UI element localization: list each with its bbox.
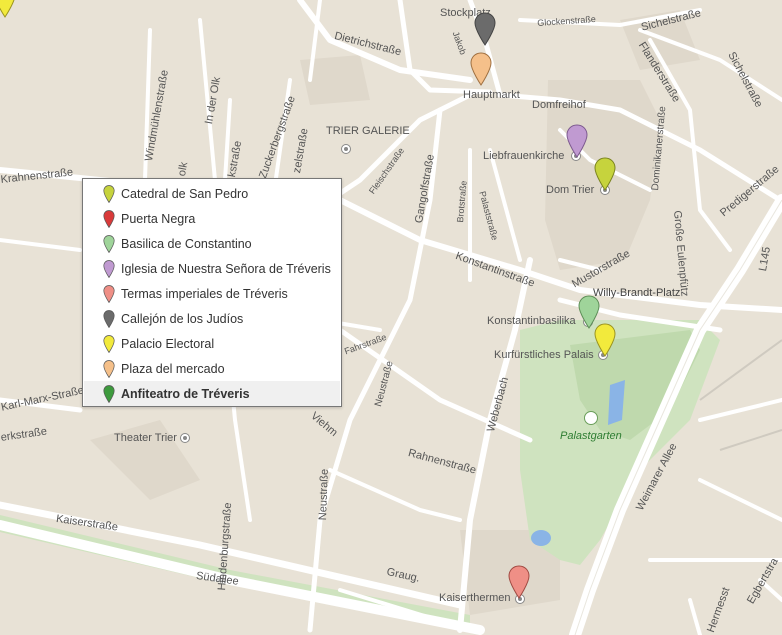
map-pin-icon [103, 284, 115, 303]
label-trier-galerie: TRIER GALERIE [326, 125, 410, 137]
label-konstantinbasilika: Konstantinbasilika [487, 315, 576, 327]
legend-item-label: Iglesia de Nuestra Señora de Tréveris [121, 261, 331, 276]
label-liebfrauenkirche: Liebfrauenkirche [483, 150, 565, 162]
legend-item-label: Catedral de San Pedro [121, 186, 249, 201]
map-pin-icon [103, 309, 115, 328]
label-kaiserthermen: Kaiserthermen [439, 592, 511, 604]
legend-item-label: Callejón de los Judíos [121, 311, 244, 326]
marker-hauptmarkt[interactable] [470, 52, 492, 86]
legend-item-label: Anfiteatro de Tréveris [121, 386, 250, 401]
marker-judengasse[interactable] [474, 12, 496, 46]
label-kurfuerstliches-palais: Kurfürstliches Palais [494, 349, 594, 361]
marker-kaiserthermen[interactable] [508, 565, 530, 599]
label-domfreihof: Domfreihof [532, 99, 586, 111]
marker-porta-nigra-partial[interactable] [0, 0, 16, 18]
map-pin-icon [103, 359, 115, 378]
trier-galerie-shop-icon[interactable] [341, 144, 351, 154]
legend-item-label: Puerta Negra [121, 211, 196, 226]
legend-item-label: Plaza del mercado [121, 361, 225, 376]
legend-item-label: Palacio Electoral [121, 336, 215, 351]
map-pin-icon [103, 234, 115, 253]
map-pin-icon [103, 209, 115, 228]
label-hauptmarkt: Hauptmarkt [463, 89, 520, 101]
legend-item[interactable]: Callejón de los Judíos [83, 306, 341, 331]
map-pin-icon [103, 334, 115, 353]
map-pin-icon [103, 184, 115, 203]
legend-item[interactable]: Termas imperiales de Tréveris [83, 281, 341, 306]
map-pin-icon [103, 384, 115, 403]
label-dom-trier: Dom Trier [546, 184, 595, 196]
label-theater-trier: Theater Trier [114, 432, 177, 444]
theater-trier-icon[interactable] [180, 433, 190, 443]
park-tree-icon[interactable] [584, 411, 598, 425]
legend-item[interactable]: Palacio Electoral [83, 331, 341, 356]
legend-item[interactable]: Basilica de Constantino [83, 231, 341, 256]
legend-item[interactable]: Iglesia de Nuestra Señora de Tréveris [83, 256, 341, 281]
legend-item[interactable]: Catedral de San Pedro [83, 181, 341, 206]
legend-item[interactable]: Plaza del mercado [83, 356, 341, 381]
marker-liebfrauenkirche[interactable] [566, 124, 588, 158]
street-olk: olk [176, 161, 191, 178]
legend-item[interactable]: Anfiteatro de Tréveris [84, 381, 340, 406]
legend-item[interactable]: Puerta Negra [83, 206, 341, 231]
marker-dom[interactable] [594, 157, 616, 191]
label-palastgarten: Palastgarten [560, 430, 622, 442]
label-willy-brandt-platz: Willy-Brandt-Platz [593, 287, 681, 299]
street-neustrasse: Neustraße [317, 468, 331, 521]
legend-item-label: Basilica de Constantino [121, 236, 252, 251]
map-pin-icon [103, 259, 115, 278]
legend-panel: Catedral de San Pedro Puerta Negra Basilic… [82, 178, 342, 407]
marker-palacio-electoral[interactable] [594, 323, 616, 357]
legend-item-label: Termas imperiales de Tréveris [121, 286, 288, 301]
